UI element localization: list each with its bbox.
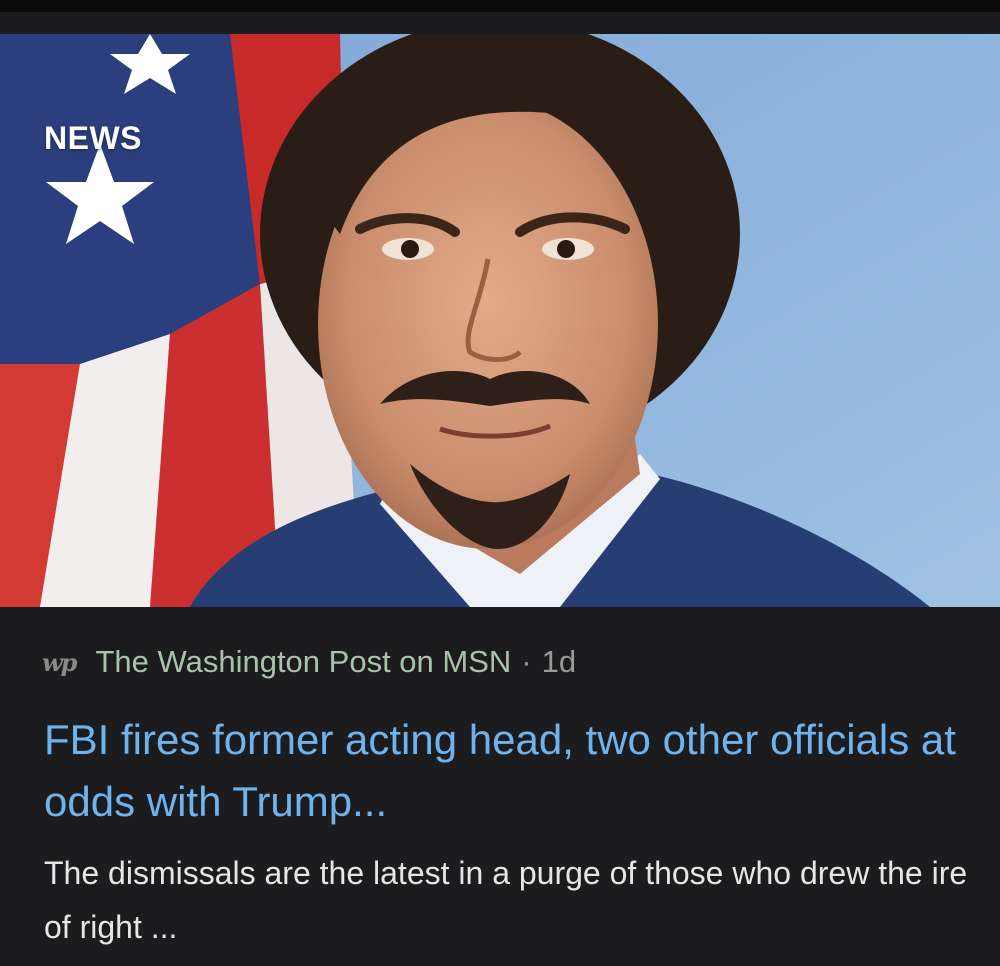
category-label: NEWS [44,120,142,156]
status-bar-strip [0,0,1000,12]
source-logo-icon: wp [42,647,77,677]
portrait-illustration [0,34,1000,607]
news-card[interactable]: NEWS wp The Washington Post on MSN · 1d … [0,12,1000,966]
meta-separator: · [521,644,532,679]
article-age: 1d [541,644,577,679]
source-name[interactable]: The Washington Post on MSN [95,644,511,680]
article-image[interactable]: NEWS [0,34,1000,607]
source-row[interactable]: wp The Washington Post on MSN · 1d [42,640,576,684]
article-snippet: The dismissals are the latest in a purge… [44,855,968,945]
article-headline[interactable]: FBI fires former acting head, two other … [44,709,964,833]
